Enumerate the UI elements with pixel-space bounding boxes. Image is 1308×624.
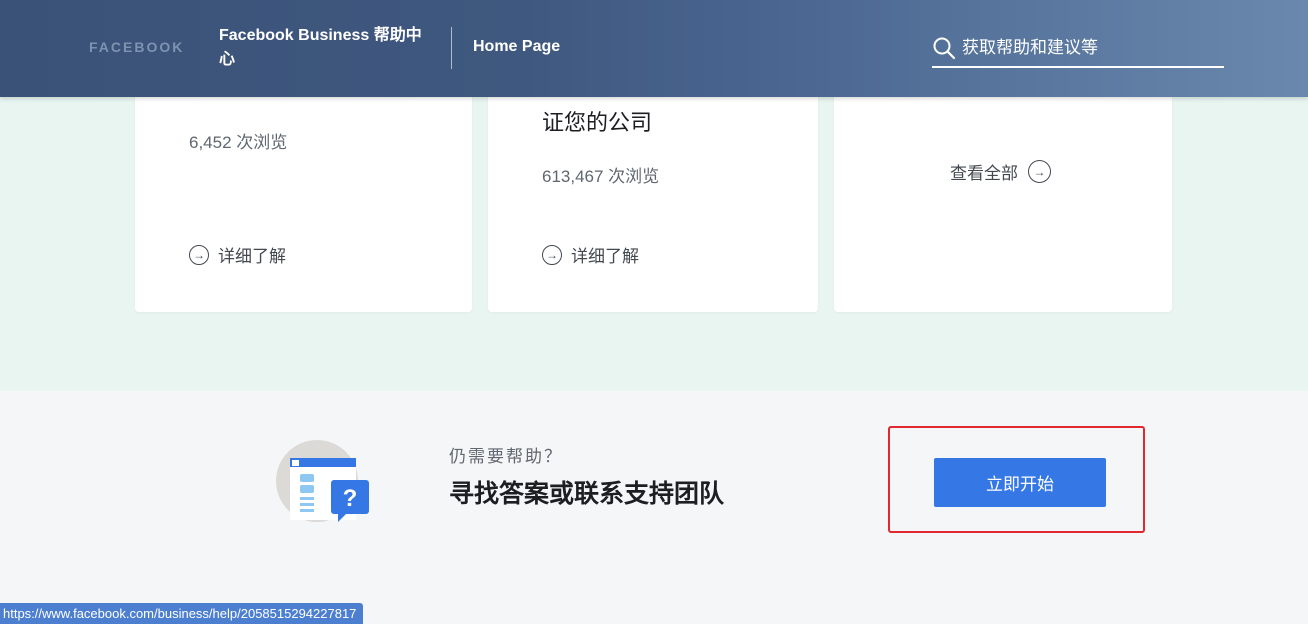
still-need-help-label: 仍需要帮助？ xyxy=(449,447,563,466)
learn-more-link[interactable]: → 详细了解 xyxy=(189,242,286,267)
view-count: 613,467 次浏览 xyxy=(542,167,660,186)
svg-text:?: ? xyxy=(343,485,358,512)
article-card[interactable]: 证您的公司 613,467 次浏览 → 详细了解 xyxy=(488,60,818,312)
see-all-card[interactable]: 查看全部 → xyxy=(834,60,1172,312)
arrow-right-icon: → xyxy=(542,244,562,265)
support-heading: 寻找答案或联系支持团队 xyxy=(449,480,725,508)
nav-divider xyxy=(451,27,452,69)
search-icon xyxy=(933,37,956,60)
learn-more-label: 详细了解 xyxy=(571,247,639,266)
arrow-right-icon: → xyxy=(189,244,209,265)
help-center-title[interactable]: Facebook Business 帮助中心 xyxy=(219,24,424,72)
article-card[interactable]: 6,452 次浏览 → 详细了解 xyxy=(135,60,472,312)
view-count: 6,452 次浏览 xyxy=(189,133,288,152)
see-all-label: 查看全部 xyxy=(950,164,1018,183)
top-navigation-bar: FACEBOOK Facebook Business 帮助中心 Home Pag… xyxy=(0,0,1308,97)
search-input[interactable] xyxy=(956,38,1217,58)
facebook-logo[interactable]: FACEBOOK xyxy=(89,39,184,55)
arrow-right-icon: → xyxy=(1028,160,1051,183)
get-started-button[interactable]: 立即开始 xyxy=(934,458,1106,507)
article-title: 证您的公司 xyxy=(542,110,653,135)
search-bar[interactable] xyxy=(932,30,1224,68)
learn-more-label: 详细了解 xyxy=(218,247,286,266)
help-support-illustration: ? xyxy=(276,440,369,522)
home-page-link[interactable]: Home Page xyxy=(473,38,560,56)
learn-more-link[interactable]: → 详细了解 xyxy=(542,242,639,267)
see-all-link[interactable]: 查看全部 → xyxy=(950,159,1051,184)
status-bar-url: https://www.facebook.com/business/help/2… xyxy=(0,603,364,624)
